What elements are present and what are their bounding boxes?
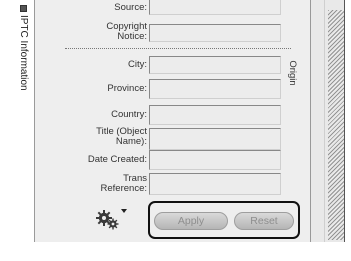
resize-grip[interactable]: [328, 10, 344, 240]
settings-menu-button[interactable]: [95, 207, 127, 231]
field-row-trans-reference: Trans Reference:: [35, 171, 311, 195]
trans-reference-label: Trans Reference:: [100, 173, 147, 194]
action-buttons-group: Apply Reset: [148, 201, 300, 239]
country-field[interactable]: [149, 105, 281, 125]
section-separator: [65, 48, 291, 49]
source-field[interactable]: [149, 0, 281, 15]
bottom-margin: [0, 242, 351, 261]
country-label: Country:: [111, 109, 147, 120]
iptc-tab-text: IPTC Information: [18, 15, 30, 91]
field-row-source: Source:: [35, 0, 311, 16]
date-created-label: Date Created:: [87, 154, 147, 165]
checkbox-icon: [20, 5, 28, 12]
province-label: Province:: [107, 83, 147, 94]
field-row-date-created: Date Created:: [35, 150, 311, 170]
sidebar-tab-label: IPTC Information: [17, 5, 31, 97]
trans-reference-field[interactable]: [149, 173, 281, 195]
province-field[interactable]: [149, 79, 281, 99]
caret-down-icon: [121, 209, 127, 213]
iptc-sidebar-tab[interactable]: IPTC Information: [0, 0, 35, 261]
window-edge: [344, 0, 351, 261]
field-row-province: Province:: [35, 79, 311, 99]
field-row-country: Country:: [35, 105, 311, 125]
copyright-notice-field[interactable]: [149, 24, 281, 42]
reset-button[interactable]: Reset: [234, 212, 294, 230]
title-object-name-field[interactable]: [149, 128, 281, 150]
apply-button[interactable]: Apply: [154, 212, 228, 230]
field-row-copyright: Copyright Notice:: [35, 20, 311, 44]
city-label: City:: [128, 59, 147, 70]
date-created-field[interactable]: [149, 150, 281, 170]
field-row-city: City:: [35, 56, 311, 76]
field-row-title: Title (Object Name):: [35, 126, 311, 150]
copyright-notice-label: Copyright Notice:: [106, 21, 147, 42]
gear-icon: [96, 210, 119, 230]
title-object-name-label: Title (Object Name):: [96, 126, 147, 147]
city-field[interactable]: [149, 56, 281, 74]
source-label: Source:: [114, 2, 147, 13]
